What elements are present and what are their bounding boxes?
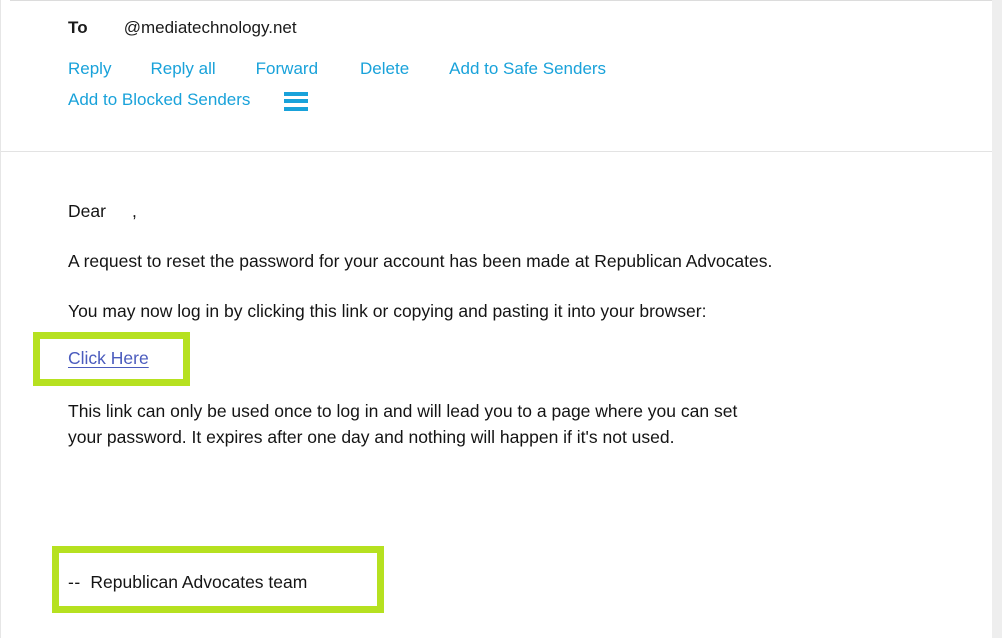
greeting-suffix: , [131,201,137,221]
hamburger-bar-2 [284,99,309,103]
signature-dashes: -- [68,572,81,592]
paragraph-link-info: This link can only be used once to log i… [68,398,898,450]
message-body: Dear, A request to reset the password fo… [1,152,992,636]
greeting-prefix: Dear [68,201,106,221]
hamburger-icon[interactable] [284,91,309,111]
action-row-primary: Reply Reply all Forward Delete Add to Sa… [68,59,928,79]
paragraph-login-instructions: You may now log in by clicking this link… [68,301,707,321]
message-action-bar: Reply Reply all Forward Delete Add to Sa… [68,59,928,111]
paragraph-link-info-line1: This link can only be used once to log i… [68,401,738,421]
to-label: To [68,18,88,37]
action-row-secondary: Add to Blocked Senders [68,90,928,111]
hamburger-bar-1 [284,91,309,96]
forward-button[interactable]: Forward [256,59,318,79]
reading-pane-content: To @mediatechnology.net Reply Reply all … [1,1,992,637]
greeting-line: Dear, [68,199,137,224]
add-to-blocked-senders-button[interactable]: Add to Blocked Senders [68,90,250,110]
recipient-address: @mediatechnology.net [123,18,297,37]
paragraph-link-info-line2: your password. It expires after one day … [68,427,675,447]
to-row: To @mediatechnology.net [68,18,297,38]
vertical-scrollbar[interactable] [992,0,1002,638]
hamburger-bar-3 [284,106,309,111]
click-here-link[interactable]: Click Here [68,348,149,369]
signature-team-name: Republican Advocates team [90,572,308,592]
reply-all-button[interactable]: Reply all [150,59,215,79]
delete-button[interactable]: Delete [360,59,409,79]
signature-line: -- Republican Advocates team [68,572,307,593]
add-to-safe-senders-button[interactable]: Add to Safe Senders [449,59,606,79]
paragraph-request: A request to reset the password for your… [68,251,773,271]
reply-button[interactable]: Reply [68,59,111,79]
message-header: To @mediatechnology.net Reply Reply all … [1,1,992,152]
email-reading-pane: To @mediatechnology.net Reply Reply all … [0,0,1002,638]
